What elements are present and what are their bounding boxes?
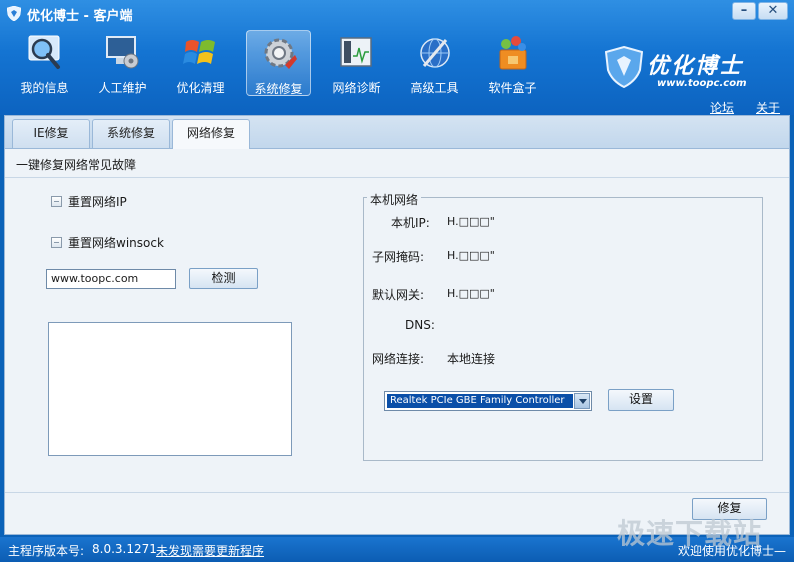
windows-flag-icon [183,40,215,64]
about-link[interactable]: 关于 [756,99,780,116]
ip-label: 本机IP: [391,216,430,230]
title-bar[interactable]: 优化博士 - 客户端 – ✕ [0,0,794,26]
tool-system-repair[interactable]: 系统修复 [246,30,311,96]
main-toolbar: 我的信息 人工维护 优化清理 系统修复 网络诊断 高级工具 软件盒子 [12,30,558,96]
chevron-down-icon[interactable] [574,393,590,409]
magnifier-icon [28,35,60,69]
brand-name: 优化博士 [647,53,744,79]
tool-label: 系统修复 [254,82,303,96]
tool-label: 网络诊断 [332,81,381,95]
brand-url: www.toopc.com [657,78,747,89]
network-icon [340,37,372,67]
tool-software-box[interactable]: 软件盒子 [480,30,545,96]
ip-value: H.□□□" [447,215,495,228]
mask-value: H.□□□" [447,249,495,262]
shield-logo-icon [605,46,643,88]
result-log-box[interactable] [48,322,292,456]
version-label: 主程序版本号: [8,544,85,558]
mask-label: 子网掩码: [372,250,425,264]
tool-label: 高级工具 [410,81,459,95]
tab-network-repair[interactable]: 网络修复 [172,119,250,149]
adapter-select[interactable]: Realtek PCIe GBE Family Controller [384,391,592,411]
tool-my-info[interactable]: 我的信息 [12,30,77,96]
tool-optimize-clean[interactable]: 优化清理 [168,30,233,96]
forum-link[interactable]: 论坛 [710,99,734,116]
section-title: 一键修复网络常见故障 [16,158,137,172]
connection-label: 网络连接: [372,352,425,366]
gateway-label: 默认网关: [372,288,425,302]
globe-tool-icon [420,38,450,68]
checkbox-label: 重置网络IP [68,195,127,209]
tab-system-repair[interactable]: 系统修复 [92,119,170,148]
check-button[interactable]: 检测 [189,268,258,289]
checkbox-box[interactable] [51,237,62,248]
gear-icon [264,38,297,69]
group-title: 本机网络 [367,191,422,208]
window-title: 优化博士 - 客户端 [27,9,133,24]
watermark: 极速下载站 [617,517,763,550]
monitor-tool-icon [106,36,139,69]
header-banner: 优化博士 - 客户端 – ✕ 我的信息 人工维护 优化清理 系统修复 网络诊断 … [0,0,794,115]
tool-manual-maintenance[interactable]: 人工维护 [90,30,155,96]
update-link[interactable]: 未发现需要更新程序 [156,542,264,559]
software-box-icon [499,36,527,70]
reset-ip-checkbox[interactable]: 重置网络IP [51,193,127,210]
shield-app-icon [7,6,21,21]
divider [5,492,789,493]
tool-label: 我的信息 [20,81,69,95]
tab-bar: IE修复 系统修复 网络修复 [5,116,789,149]
reset-winsock-checkbox[interactable]: 重置网络winsock [51,234,164,251]
gateway-value: H.□□□" [447,287,495,300]
window-controls: – ✕ [730,2,788,20]
checkbox-box[interactable] [51,196,62,207]
tool-label: 人工维护 [98,81,147,95]
settings-button[interactable]: 设置 [608,389,674,411]
tool-advanced-tools[interactable]: 高级工具 [402,30,467,96]
main-panel: IE修复 系统修复 网络修复 一键修复网络常见故障 重置网络IP 重置网络win… [4,115,790,535]
brand-logo: 优化博士 www.toopc.com [605,46,785,96]
tab-ie-repair[interactable]: IE修复 [12,119,90,148]
minimize-button[interactable]: – [732,2,756,20]
tool-network-diagnosis[interactable]: 网络诊断 [324,30,389,96]
dns-label: DNS: [405,318,435,332]
tool-label: 优化清理 [176,81,225,95]
tool-label: 软件盒子 [488,81,537,95]
divider [5,177,789,178]
version-number: 8.0.3.1271 [92,542,157,556]
check-url-input[interactable]: www.toopc.com [46,269,176,289]
close-button[interactable]: ✕ [758,2,788,20]
adapter-selected: Realtek PCIe GBE Family Controller [387,394,573,408]
checkbox-label: 重置网络winsock [68,236,164,250]
connection-value: 本地连接 [447,352,496,366]
